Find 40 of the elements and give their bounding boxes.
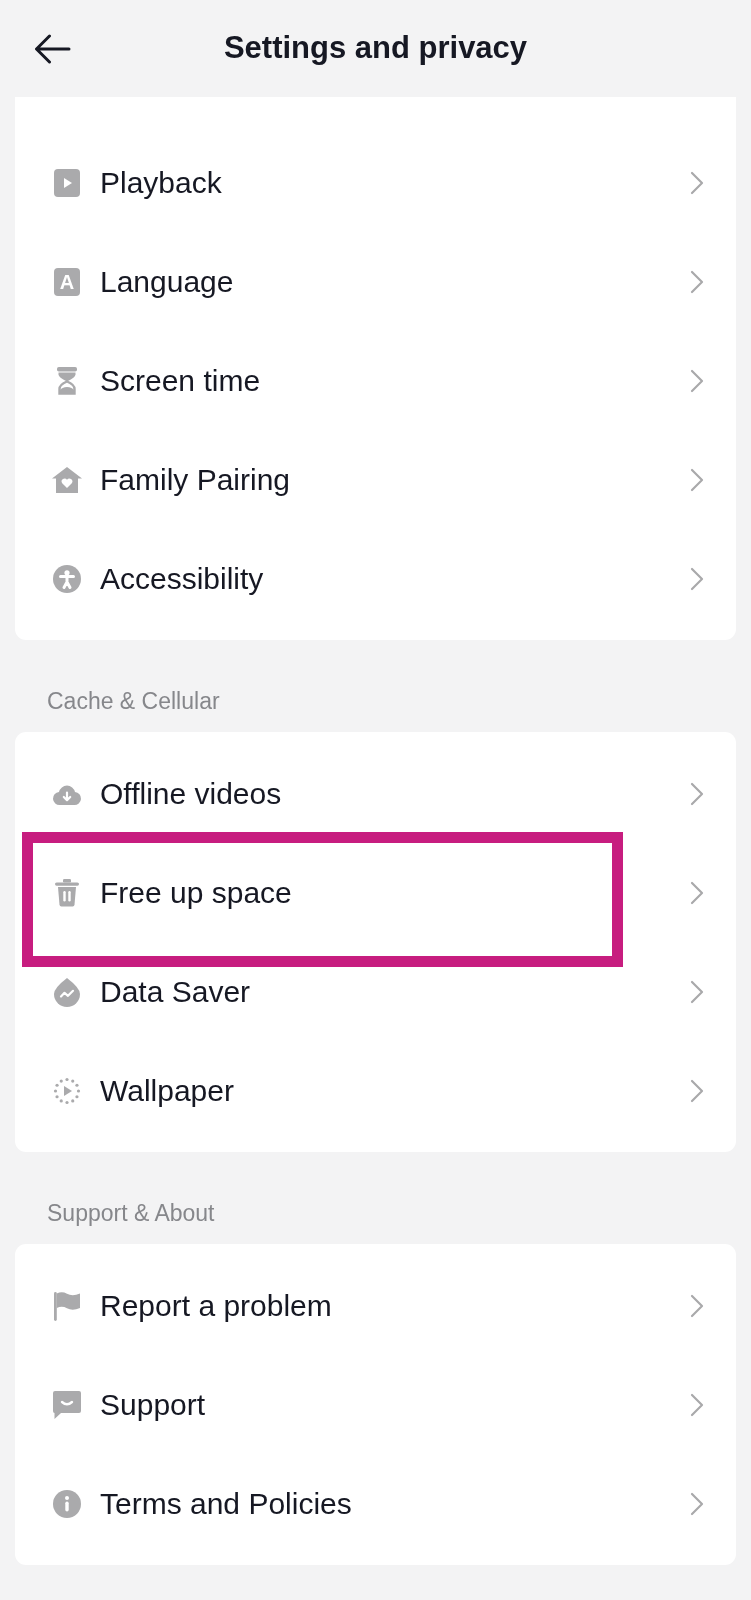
chevron-right-icon xyxy=(690,1392,704,1417)
settings-row[interactable]: A Language xyxy=(15,232,736,331)
language-icon: A xyxy=(54,267,80,296)
flag-icon xyxy=(53,1290,81,1321)
settings-row[interactable]: Data Saver xyxy=(15,942,736,1041)
settings-row[interactable]: Family Pairing xyxy=(15,430,736,529)
house-heart-icon xyxy=(51,465,83,494)
section-heading: Support & About xyxy=(46,1199,216,1228)
chevron-right-icon xyxy=(690,979,704,1004)
section-heading: Cache & Cellular xyxy=(46,687,221,716)
chevron-right-icon xyxy=(690,269,704,294)
chevron-right-icon xyxy=(690,566,704,591)
hourglass-icon xyxy=(56,366,78,395)
chevron-right-icon xyxy=(690,1078,704,1103)
chevron-right-icon xyxy=(690,1491,704,1516)
dotted-play-icon xyxy=(53,1076,81,1105)
settings-row[interactable]: Screen time xyxy=(15,331,736,430)
settings-row[interactable]: Playback xyxy=(15,133,736,232)
chevron-right-icon xyxy=(690,1293,704,1318)
trash-icon xyxy=(54,878,80,907)
chevron-right-icon xyxy=(690,880,704,905)
back-arrow-icon xyxy=(34,33,71,64)
info-icon xyxy=(53,1489,81,1518)
chevron-right-icon xyxy=(690,368,704,393)
chevron-right-icon xyxy=(690,467,704,492)
settings-row[interactable]: Wallpaper xyxy=(15,1041,736,1140)
settings-row[interactable]: Accessibility xyxy=(15,529,736,628)
settings-row[interactable]: Report a problem xyxy=(15,1256,736,1355)
page-title: Settings and privacy xyxy=(223,28,528,67)
drop-icon xyxy=(53,976,81,1007)
play-icon xyxy=(54,168,80,197)
chevron-right-icon xyxy=(690,781,704,806)
chevron-right-icon xyxy=(690,170,704,195)
settings-row[interactable]: Support xyxy=(15,1355,736,1454)
settings-row[interactable]: Terms and Policies xyxy=(15,1454,736,1553)
settings-row[interactable]: Offline videos xyxy=(15,744,736,843)
chat-bubble-icon xyxy=(52,1389,82,1420)
settings-row[interactable]: Free up space xyxy=(15,843,736,942)
back-button[interactable] xyxy=(34,33,71,64)
accessibility-icon xyxy=(53,564,81,593)
